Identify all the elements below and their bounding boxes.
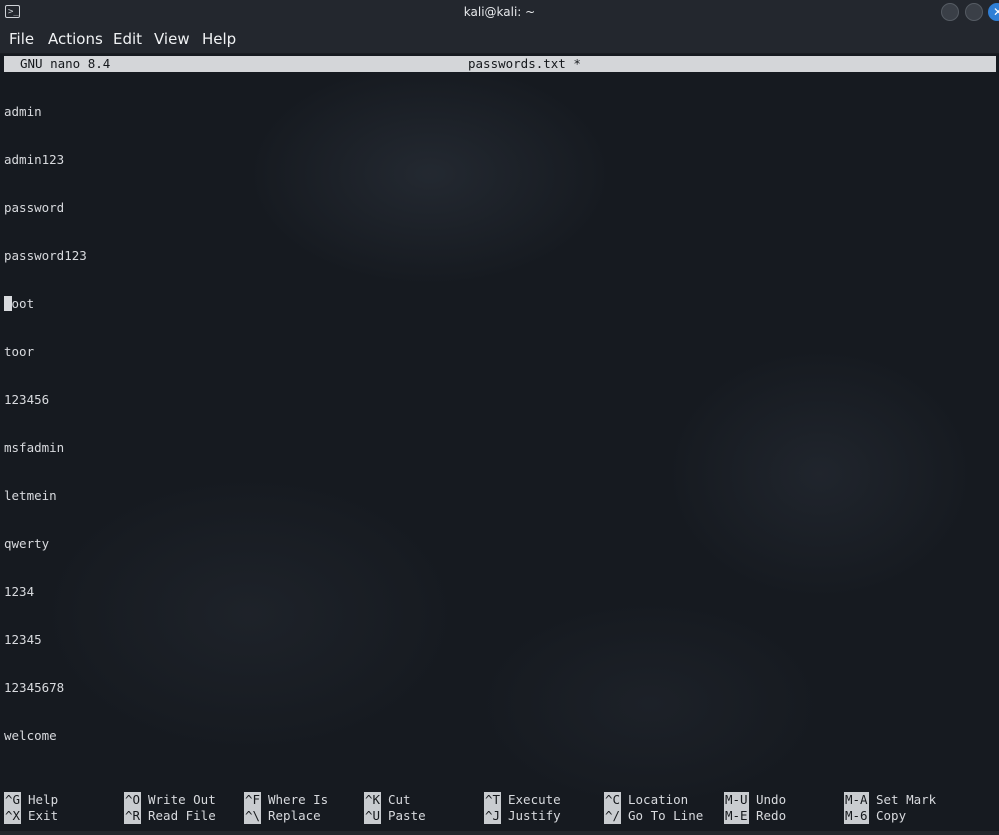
window-title: kali@kali: ~ [463,5,536,19]
shortcut-execute[interactable]: ^T Execute [484,792,561,808]
file-line: 12345 [4,632,42,647]
shortcut-where-is[interactable]: ^F Where Is [244,792,328,808]
file-line: 123456 [4,392,50,407]
shortcut-cut[interactable]: ^K Cut [364,792,411,808]
shortcut-undo[interactable]: M-U Undo [724,792,786,808]
file-line: admin123 [4,152,65,167]
close-icon: ✕ [993,5,999,19]
shortcut-go-to-line[interactable]: ^/Go To Line [604,808,703,824]
menu-help[interactable]: Help [202,30,236,48]
file-line: qwerty [4,536,50,551]
shortcut-justify[interactable]: ^J Justify [484,808,561,824]
terminal-area[interactable]: GNU nano 8.4 passwords.txt * admin admin… [0,54,999,831]
close-button[interactable]: ✕ [988,3,999,21]
menu-actions[interactable]: Actions [48,30,103,48]
file-line: 1234 [4,584,35,599]
title-bar: >_ kali@kali: ~ ✕ [0,0,999,24]
shortcut-location[interactable]: ^C Location [604,792,688,808]
menu-file[interactable]: File [9,30,34,48]
file-line: toor [4,344,35,359]
file-line: 12345678 [4,680,65,695]
file-line: letmein [4,488,57,503]
shortcut-exit[interactable]: ^X Exit [4,808,58,824]
shortcut-write-out[interactable]: ^O Write Out [124,792,216,808]
shortcut-read-file[interactable]: ^R Read File [124,808,216,824]
shortcut-set-mark[interactable]: M-A Set Mark [844,792,936,808]
menu-edit[interactable]: Edit [113,30,142,48]
file-line: welcome [4,728,57,743]
minimize-button[interactable] [941,3,959,21]
shortcut-help[interactable]: ^G Help [4,792,58,808]
window-bottom-border [0,831,999,835]
nano-filename: passwords.txt * [468,56,581,71]
shortcut-replace[interactable]: ^\ Replace [244,808,321,824]
file-line: admin [4,104,42,119]
nano-header: GNU nano 8.4 passwords.txt * [4,56,996,72]
maximize-button[interactable] [965,3,983,21]
menu-view[interactable]: View [154,30,190,48]
editor-buffer[interactable]: admin admin123 password password123 root… [4,72,87,776]
menu-bar: File Actions Edit View Help [0,24,999,54]
file-line: password [4,200,65,215]
text-cursor [4,296,12,311]
file-line: msfadmin [4,440,65,455]
file-line: root [4,296,35,311]
file-line: password123 [4,248,87,263]
shortcut-paste[interactable]: ^U Paste [364,808,426,824]
shortcut-redo[interactable]: M-E Redo [724,808,786,824]
nano-version: GNU nano 8.4 [20,56,111,71]
shortcut-copy[interactable]: M-6 Copy [844,808,906,824]
